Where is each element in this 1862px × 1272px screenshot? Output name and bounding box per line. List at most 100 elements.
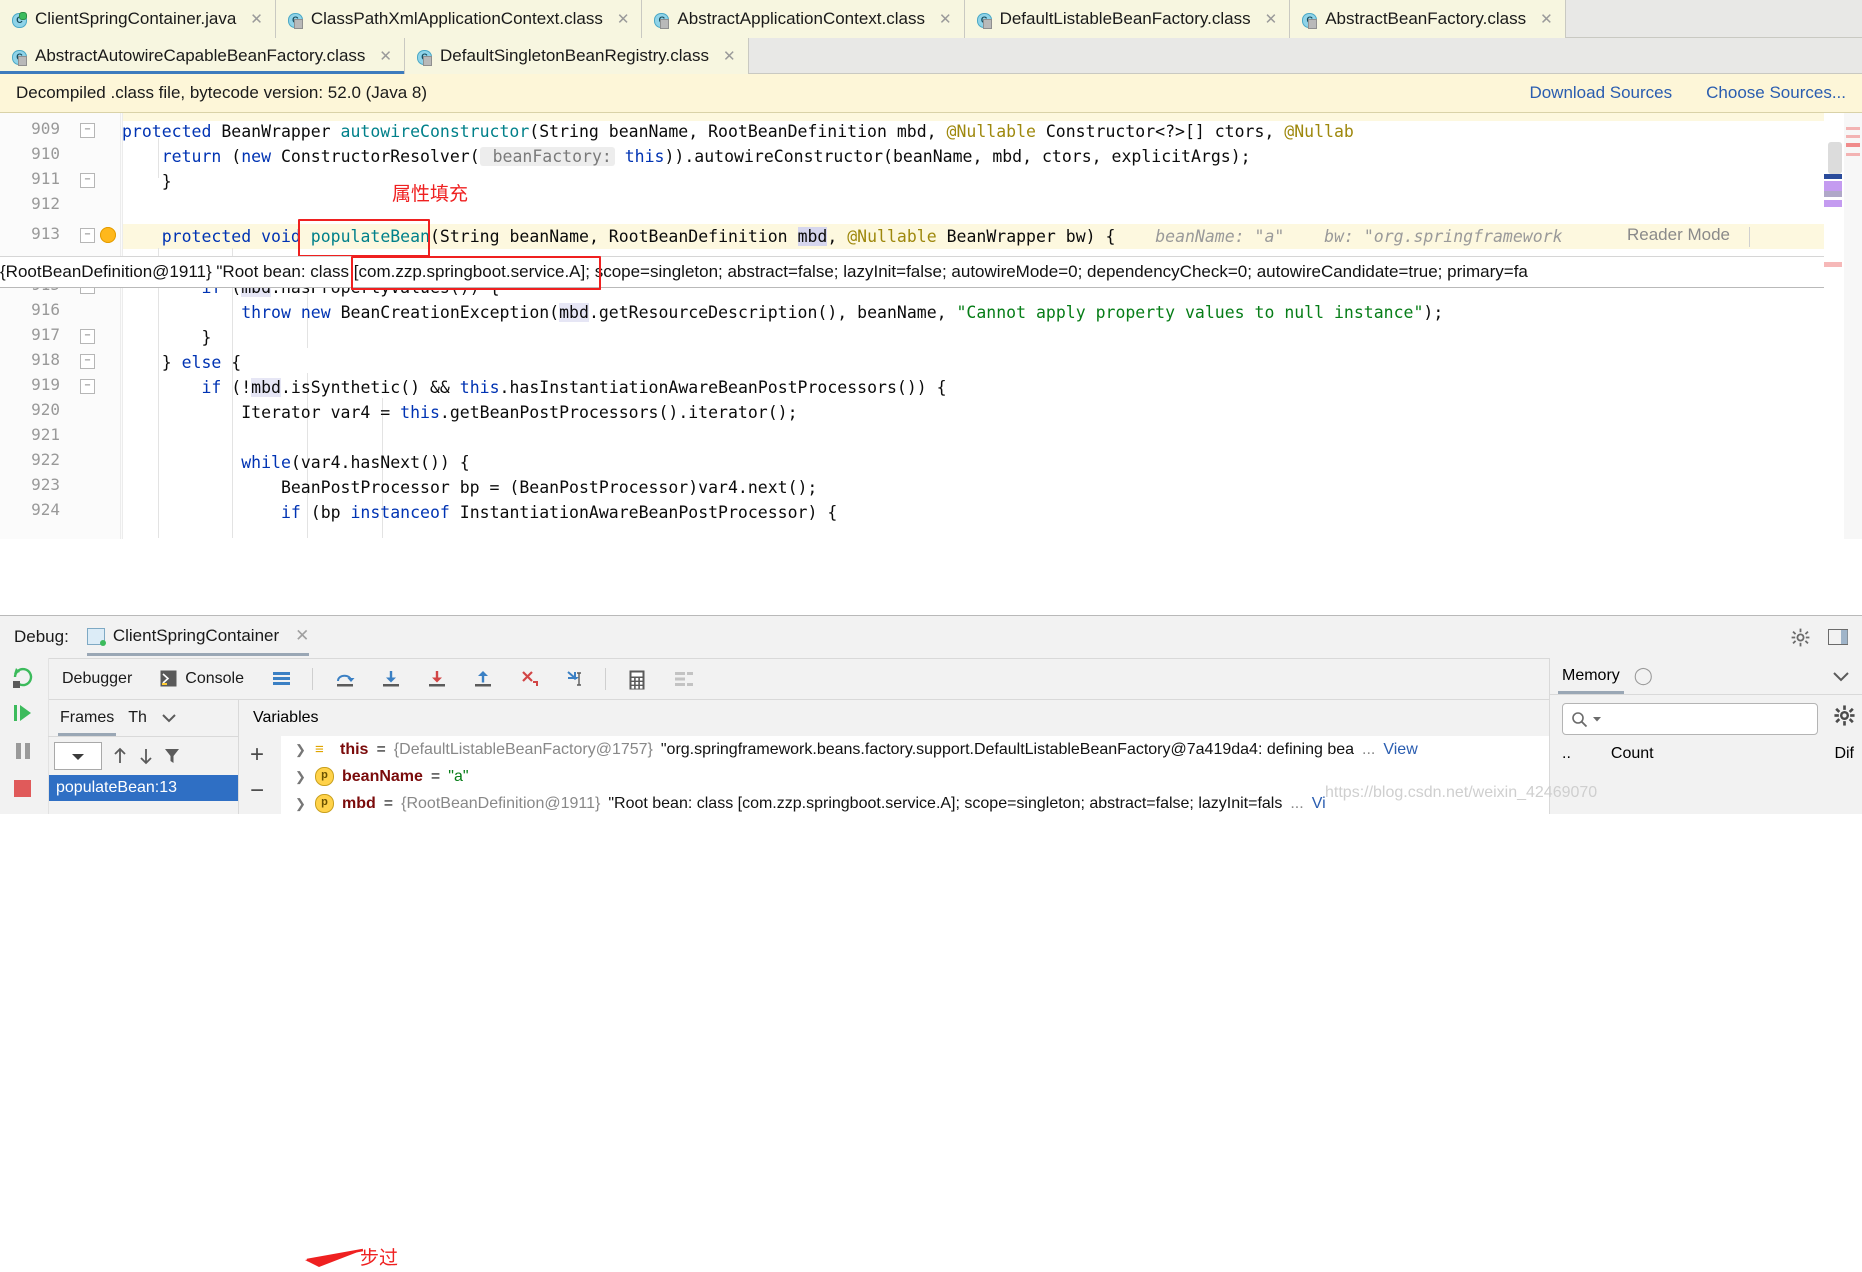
- fold-marker-icon[interactable]: −: [80, 173, 95, 188]
- tab-frames[interactable]: Frames: [57, 709, 117, 736]
- view-link[interactable]: Vi: [1312, 795, 1326, 813]
- debug-tab-label: Console: [185, 670, 244, 687]
- view-link[interactable]: View: [1383, 741, 1417, 759]
- close-icon[interactable]: ✕: [723, 47, 736, 65]
- gear-icon[interactable]: [1791, 628, 1810, 647]
- debug-tab-debugger[interactable]: Debugger: [48, 659, 146, 699]
- line-number: 919: [31, 375, 60, 394]
- fold-marker-icon[interactable]: −: [80, 379, 95, 394]
- step-over-button[interactable]: [321, 659, 367, 699]
- gutter-divider: [120, 113, 121, 539]
- show-execution-point-button[interactable]: [258, 659, 304, 699]
- drop-frame-button[interactable]: [505, 659, 551, 699]
- step-out-button[interactable]: [459, 659, 505, 699]
- editor-tab-abstractapplicationcontext[interactable]: C AbstractApplicationContext.class ✕: [642, 0, 965, 38]
- remove-watch-button[interactable]: −: [250, 779, 264, 803]
- close-icon[interactable]: ✕: [1540, 10, 1553, 28]
- editor-gutter[interactable]: 909 910 911 912 913 915 916 917 918 919 …: [0, 113, 123, 539]
- tab-threads[interactable]: Th: [128, 709, 147, 727]
- frames-toolbar: [48, 737, 238, 775]
- editor-tab-classpathxmlapplicationcontext[interactable]: C ClassPathXmlApplicationContext.class ✕: [275, 0, 643, 38]
- layout-settings-icon[interactable]: [1828, 629, 1848, 645]
- filter-icon[interactable]: [164, 747, 180, 765]
- debug-label: Debug:: [14, 627, 69, 646]
- editor-tab-abstractbeanfactory[interactable]: C AbstractBeanFactory.class ✕: [1290, 0, 1566, 38]
- debug-session-tab[interactable]: ClientSpringContainer ✕: [86, 626, 309, 656]
- thread-selector-dropdown[interactable]: [54, 742, 102, 770]
- editor-tab-defaultlistablebeanfactory[interactable]: C DefaultListableBeanFactory.class ✕: [964, 0, 1291, 38]
- variables-side-toolbar: + −: [239, 736, 282, 814]
- chevron-down-icon[interactable]: [161, 713, 177, 723]
- code-line-913: protected void populateBean(String beanN…: [161, 227, 1563, 246]
- line-number: 910: [31, 144, 60, 163]
- variable-value: "a": [448, 767, 469, 785]
- tab-label: AbstractApplicationContext.class: [677, 9, 925, 28]
- memory-search-input[interactable]: [1562, 703, 1818, 735]
- close-icon[interactable]: ✕: [295, 626, 309, 646]
- scrollbar-marker-current: [1824, 174, 1842, 179]
- class-file-icon: C: [415, 48, 432, 66]
- debug-tab-console[interactable]: Console: [146, 659, 258, 699]
- intention-bulb-icon[interactable]: [100, 227, 116, 243]
- tab-label: ClientSpringContainer.java: [35, 9, 237, 28]
- editor-tab-client-spring-container[interactable]: C ClientSpringContainer.java ✕: [0, 0, 276, 38]
- editor-error-stripe[interactable]: [1843, 113, 1862, 539]
- fold-marker-icon[interactable]: −: [80, 354, 95, 369]
- code-line-911: }: [122, 172, 172, 191]
- download-sources-link[interactable]: Download Sources: [1529, 83, 1672, 103]
- close-icon[interactable]: ✕: [379, 47, 392, 65]
- memory-column-class[interactable]: ..: [1562, 745, 1571, 763]
- frames-tab-bar: Frames Th: [48, 700, 238, 737]
- close-icon[interactable]: ✕: [939, 10, 952, 28]
- close-icon[interactable]: ✕: [1265, 10, 1278, 28]
- chevron-right-icon[interactable]: ❯: [295, 742, 307, 758]
- stop-program-button[interactable]: [10, 776, 36, 802]
- frame-list-item-selected[interactable]: populateBean:13: [48, 775, 238, 801]
- editor-scrollbar-thumb[interactable]: [1828, 142, 1842, 174]
- evaluate-expression-icon: [628, 670, 646, 690]
- tab-memory[interactable]: Memory: [1558, 667, 1624, 694]
- editor-tab-defaultsingletonbeanregistry[interactable]: C DefaultSingletonBeanRegistry.class ✕: [404, 38, 749, 74]
- resume-program-button[interactable]: [10, 700, 36, 726]
- decompiled-notice-bar: Decompiled .class file, bytecode version…: [0, 74, 1862, 113]
- chevron-down-icon[interactable]: [1832, 671, 1850, 682]
- add-watch-button[interactable]: +: [250, 743, 264, 767]
- evaluate-expression-button[interactable]: [614, 659, 660, 699]
- chevron-right-icon[interactable]: ❯: [295, 769, 307, 785]
- loading-spinner-icon: ◯: [1633, 666, 1653, 685]
- memory-search-field[interactable]: [1606, 709, 1809, 729]
- stripe-mark-warning: [1846, 153, 1860, 156]
- layout-button[interactable]: [660, 659, 706, 699]
- memory-header: Memory ◯: [1550, 658, 1862, 695]
- code-line-917: }: [122, 328, 212, 347]
- code-text-area[interactable]: protected BeanWrapper autowireConstructo…: [122, 113, 1712, 539]
- fold-marker-icon[interactable]: −: [80, 123, 95, 138]
- fold-marker-icon[interactable]: −: [80, 228, 95, 243]
- fold-marker-icon[interactable]: −: [80, 329, 95, 344]
- gear-icon[interactable]: [1830, 704, 1862, 726]
- rerun-button[interactable]: [10, 664, 36, 690]
- memory-column-count[interactable]: Count: [1611, 745, 1654, 763]
- run-to-cursor-button[interactable]: [551, 659, 597, 699]
- choose-sources-link[interactable]: Choose Sources...: [1706, 83, 1846, 103]
- reader-mode-label[interactable]: Reader Mode: [1627, 225, 1730, 245]
- console-icon: [160, 670, 178, 688]
- stripe-mark-error: [1846, 143, 1860, 147]
- close-icon[interactable]: ✕: [617, 10, 630, 28]
- force-step-into-button[interactable]: [413, 659, 459, 699]
- down-arrow-icon[interactable]: [138, 747, 154, 765]
- step-into-button[interactable]: [367, 659, 413, 699]
- editor-tab-abstractautowirecapablebeanfactory[interactable]: C AbstractAutowireCapableBeanFactory.cla…: [0, 38, 405, 74]
- close-icon[interactable]: ✕: [250, 10, 263, 28]
- search-icon: [1572, 711, 1588, 727]
- up-arrow-icon[interactable]: [112, 747, 128, 765]
- chevron-right-icon[interactable]: ❯: [295, 796, 307, 812]
- memory-column-diff[interactable]: Dif: [1834, 745, 1862, 763]
- pause-program-button[interactable]: [10, 738, 36, 764]
- code-line-920: Iterator var4 = this.getBeanPostProcesso…: [122, 403, 798, 422]
- tab-label: DefaultSingletonBeanRegistry.class: [439, 46, 709, 65]
- scrollbar-marker-usage: [1824, 200, 1842, 207]
- code-line-909: protected BeanWrapper autowireConstructo…: [122, 122, 1354, 141]
- code-editor[interactable]: 909 910 911 912 913 915 916 917 918 919 …: [0, 113, 1862, 539]
- line-number: 913: [31, 224, 60, 243]
